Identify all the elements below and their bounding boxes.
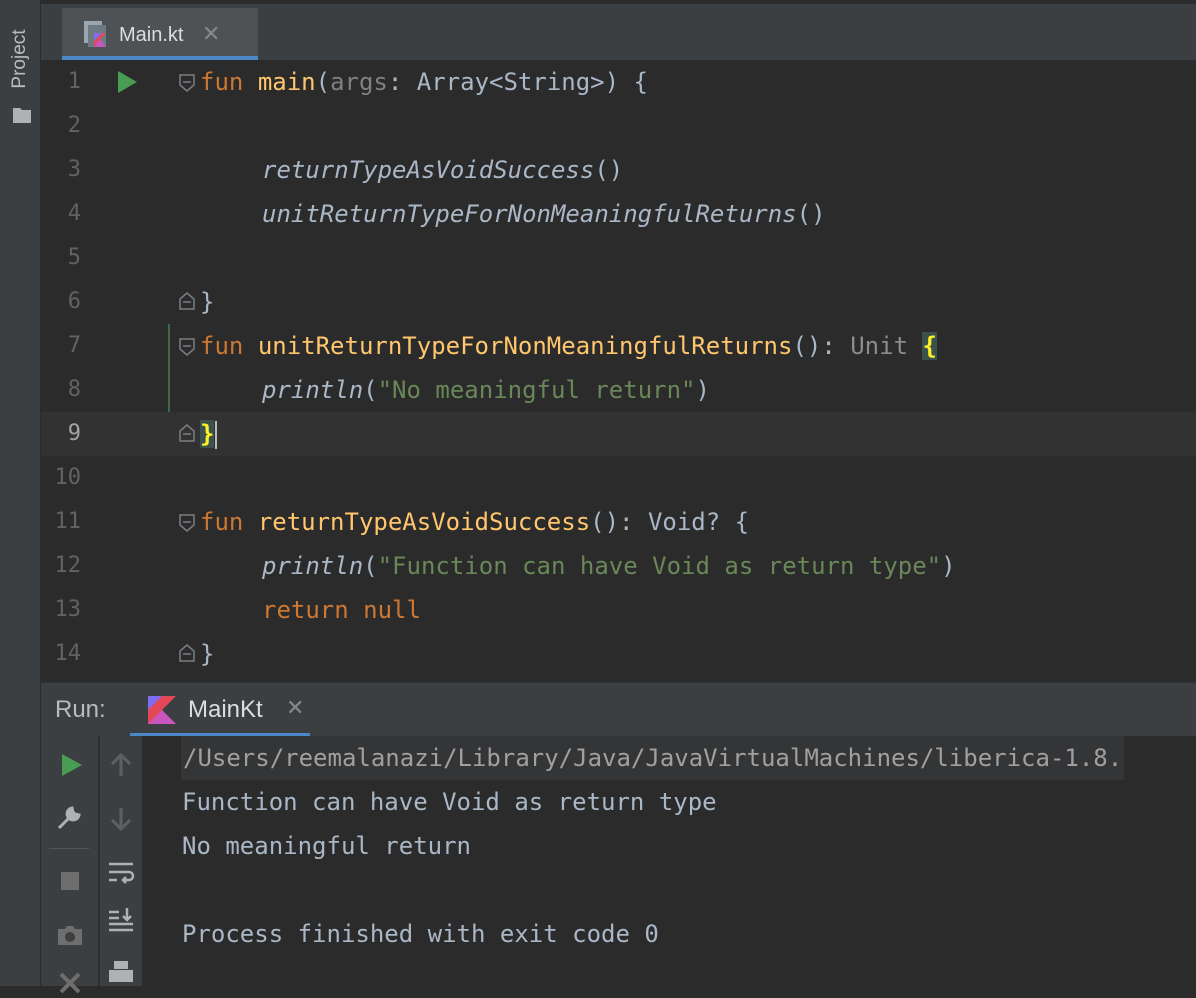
line-number: 14 [54, 641, 82, 666]
console-output-line: No meaningful return [182, 832, 471, 860]
kotlin-icon [148, 696, 176, 724]
code-line: 2 [41, 104, 1196, 148]
code-line: 1 fun main(args: Array<String>) { [41, 60, 1196, 104]
editor-tab-bar: Main.kt ✕ [41, 0, 1196, 60]
line-number: 4 [67, 201, 81, 226]
line-number: 6 [67, 289, 81, 314]
code-line: 13 return null [41, 588, 1196, 632]
line-number: 2 [67, 113, 81, 138]
line-number: 9 [67, 421, 81, 446]
scroll-to-end-icon[interactable] [106, 906, 136, 936]
console-toolbar-left [41, 736, 98, 994]
close-console-icon[interactable] [55, 968, 85, 998]
code-line: 10 [41, 456, 1196, 500]
code-line: 3 returnTypeAsVoidSuccess() [41, 148, 1196, 192]
run-console[interactable]: /Users/reemalanazi/Library/Java/JavaVirt… [41, 736, 1196, 994]
code-editor[interactable]: 1 fun main(args: Array<String>) { 2 3 re… [41, 60, 1196, 682]
code-line: 6 } [41, 280, 1196, 324]
console-toolbar-right [99, 736, 142, 986]
code-line: 12 println("Function can have Void as re… [41, 544, 1196, 588]
fold-end-icon[interactable] [179, 644, 195, 662]
scroll-down-icon[interactable] [106, 804, 136, 834]
code-line: 5 [41, 236, 1196, 280]
tab-close-icon[interactable]: ✕ [202, 21, 220, 47]
tab-filename: Main.kt [119, 24, 184, 46]
console-output-line: Function can have Void as return type [182, 788, 717, 816]
line-number: 8 [67, 377, 81, 402]
code-line: 7 fun unitReturnTypeForNonMeaningfulRetu… [41, 324, 1196, 368]
fold-end-icon[interactable] [179, 292, 195, 310]
rerun-icon[interactable] [56, 750, 86, 780]
soft-wrap-icon[interactable] [106, 858, 136, 888]
line-number: 10 [54, 465, 82, 490]
code-text: fun main(args: Array<String>) { [200, 68, 648, 96]
line-number: 13 [54, 597, 82, 622]
run-tab-close-icon[interactable]: ✕ [286, 695, 304, 721]
project-tool-button[interactable]: Project [8, 20, 32, 96]
tab-main-kt[interactable]: Main.kt ✕ [62, 8, 258, 60]
code-text: returnTypeAsVoidSuccess() [262, 156, 624, 184]
code-line: 4 unitReturnTypeForNonMeaningfulReturns(… [41, 192, 1196, 236]
line-number: 11 [54, 509, 82, 534]
line-number: 1 [67, 69, 81, 94]
fold-end-icon[interactable] [179, 424, 195, 442]
run-panel-label: Run: [55, 696, 106, 723]
code-line-current: 9 } [41, 412, 1196, 456]
tool-window-strip: Project [0, 0, 41, 986]
code-text: unitReturnTypeForNonMeaningfulReturns() [262, 200, 826, 228]
scroll-up-icon[interactable] [106, 750, 136, 780]
run-tab-label: MainKt [188, 696, 263, 723]
line-number: 3 [67, 157, 81, 182]
code-text: } [200, 640, 215, 668]
text-caret [215, 421, 218, 449]
stop-icon[interactable] [55, 866, 85, 896]
toolbar-divider [49, 848, 89, 849]
run-play-icon[interactable] [116, 70, 138, 94]
code-text: fun unitReturnTypeForNonMeaningfulReturn… [200, 332, 937, 360]
code-text: println("No meaningful return") [262, 376, 710, 404]
print-icon[interactable] [106, 958, 136, 988]
code-text: } [200, 412, 218, 456]
code-text: fun returnTypeAsVoidSuccess(): Void? { [200, 508, 750, 536]
code-text: } [200, 288, 215, 316]
console-output-line: /Users/reemalanazi/Library/Java/JavaVirt… [181, 736, 1125, 780]
fold-icon[interactable] [179, 74, 195, 92]
kotlin-file-icon [84, 21, 106, 47]
line-number: 12 [54, 553, 82, 578]
code-text: return null [262, 596, 421, 624]
line-number: 7 [67, 333, 81, 358]
code-line: 8 println("No meaningful return") [41, 368, 1196, 412]
run-tab-mainkt[interactable]: MainKt ✕ [130, 683, 310, 737]
camera-icon[interactable] [55, 920, 85, 950]
wrench-icon[interactable] [55, 802, 85, 832]
fold-icon[interactable] [179, 338, 195, 356]
console-output-line: Process finished with exit code 0 [182, 920, 659, 948]
line-number: 5 [67, 245, 81, 270]
project-tool-label: Project [9, 29, 30, 89]
code-line: 14 } [41, 632, 1196, 676]
code-line: 11 fun returnTypeAsVoidSuccess(): Void? … [41, 500, 1196, 544]
run-panel-header: Run: MainKt ✕ [41, 682, 1196, 737]
code-text: println("Function can have Void as retur… [262, 552, 956, 580]
folder-icon [13, 108, 31, 123]
fold-icon[interactable] [179, 514, 195, 532]
